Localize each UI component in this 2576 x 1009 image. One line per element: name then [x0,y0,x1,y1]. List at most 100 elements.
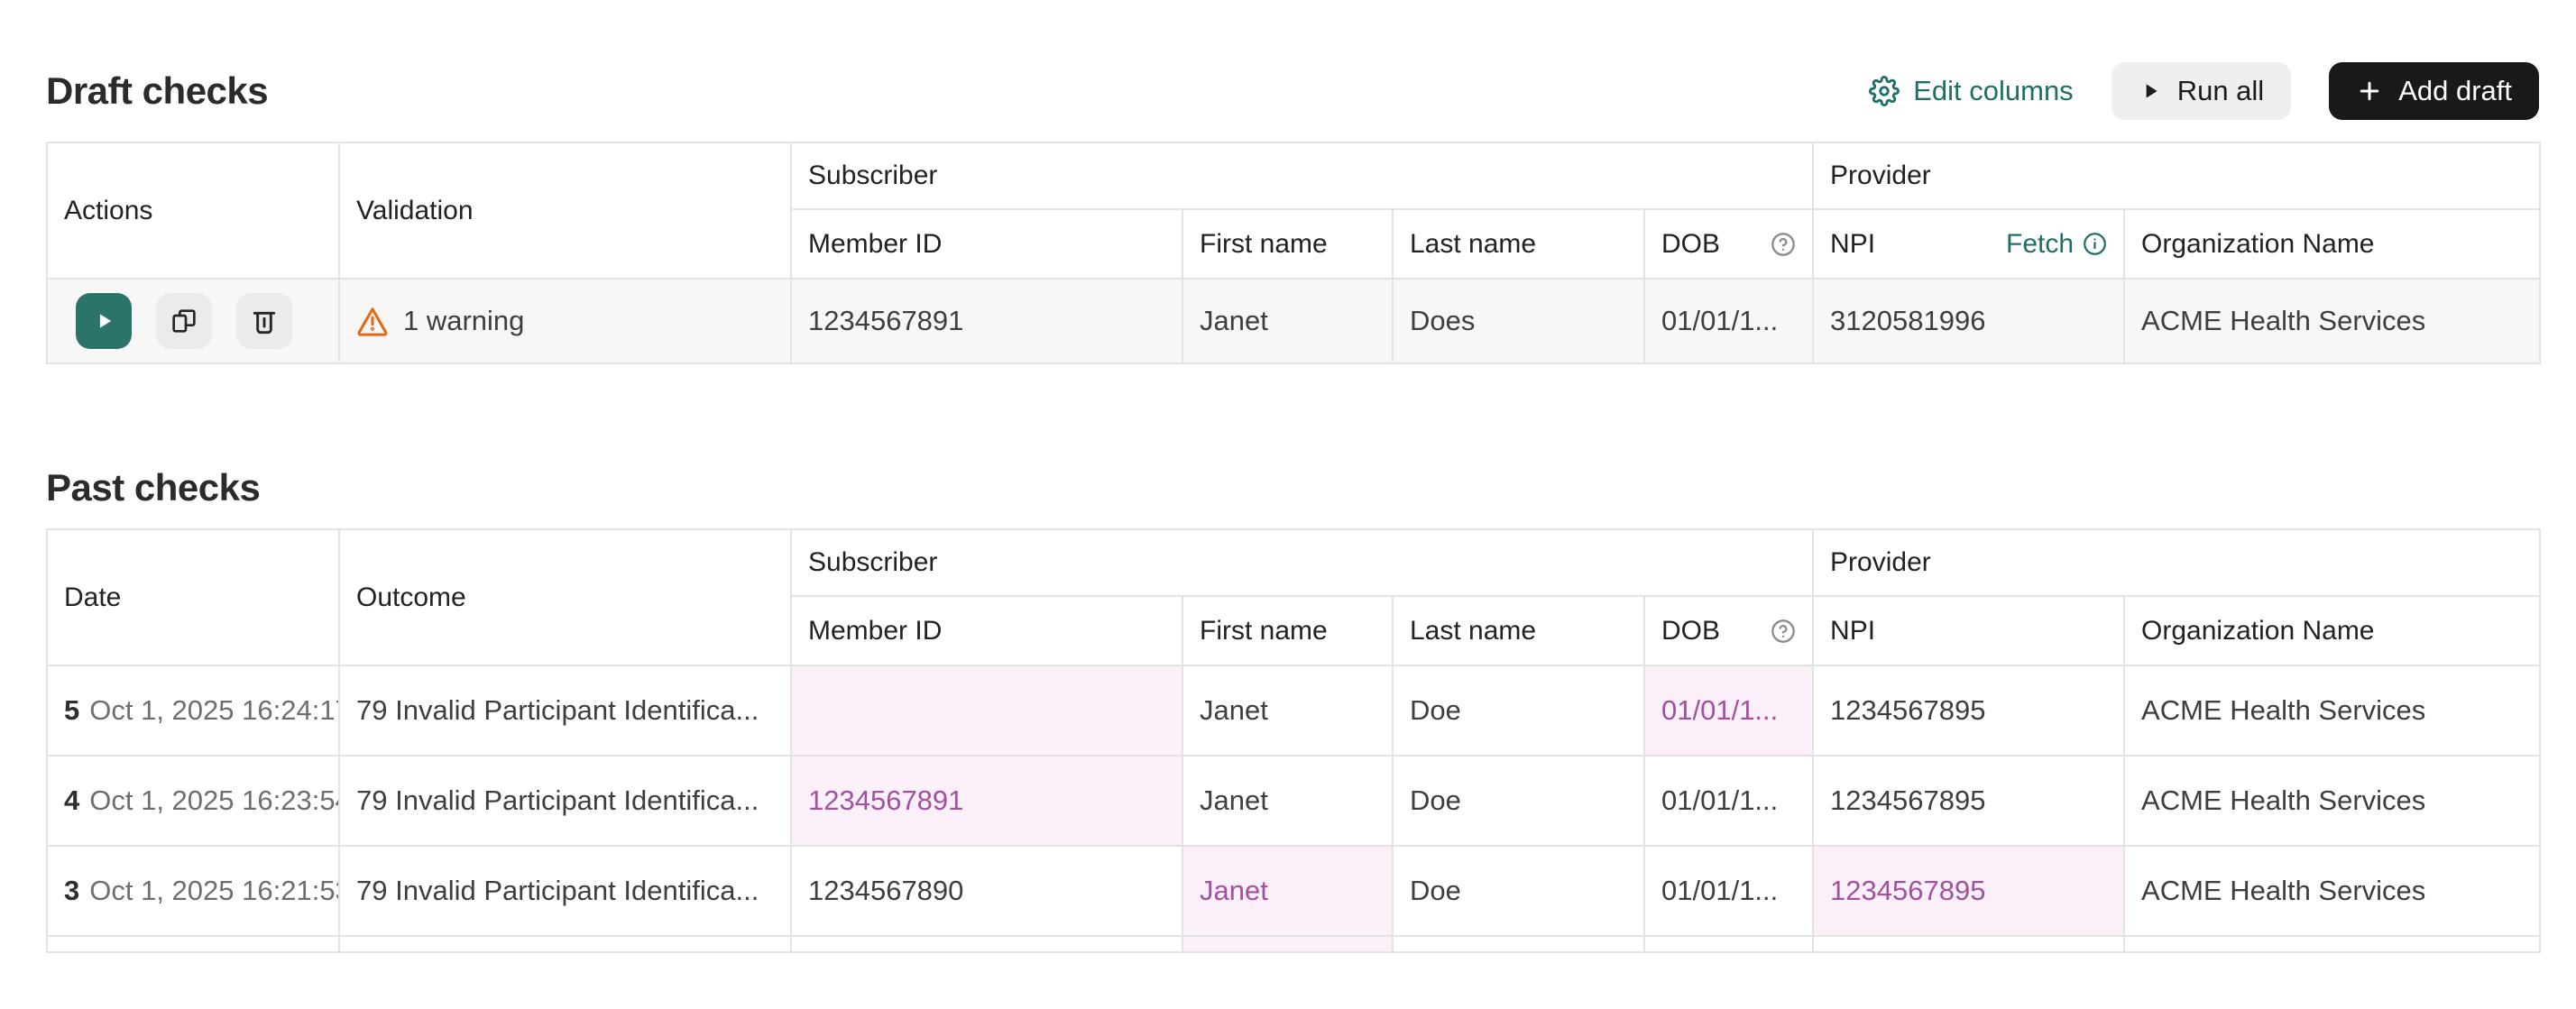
edit-columns-label: Edit columns [1913,75,2073,107]
group-header-subscriber: Subscriber [791,142,1813,209]
check-date: Oct 1, 2025 16:24:17 [89,694,339,726]
first-name-cell [1182,936,1393,952]
outcome-cell: 79 Invalid Participant Identifica... [339,756,791,846]
member-id-cell: 1234567891 [791,756,1182,846]
organization-name-cell: ACME Health Services [2124,665,2540,756]
validation-text: 1 warning [403,305,524,337]
col-header-npi: NPI Fetch [1813,209,2124,279]
member-id-cell [791,665,1182,756]
delete-button[interactable] [236,293,292,349]
draft-checks-table: Actions Validation Subscriber Provider M… [46,142,2541,364]
group-header-provider: Provider [1813,142,2540,209]
first-name-cell: Janet [1182,846,1393,936]
past-checks-table: Date Outcome Subscriber Provider Member … [46,528,2541,953]
col-header-validation: Validation [339,142,791,279]
member-id-cell [791,936,1182,952]
play-icon [91,308,116,334]
group-header-provider: Provider [1813,529,2540,596]
draft-check-row: 1 warning 1234567891 Janet Does 01/01/1.… [47,279,2540,363]
last-name-cell: Does [1393,279,1644,363]
check-date: Oct 1, 2025 16:23:54 [89,784,339,816]
plus-icon [2356,78,2383,105]
col-header-organization-name: Organization Name [2124,209,2540,279]
past-checks-title: Past checks [46,466,2539,509]
warning-icon [356,305,389,337]
col-header-first-name: First name [1182,596,1393,665]
col-header-date: Date [47,529,339,665]
npi-cell [1813,936,2124,952]
date-cell: 3 Oct 1, 2025 16:21:53 [47,846,339,936]
last-name-cell: Doe [1393,846,1644,936]
col-header-last-name: Last name [1393,209,1644,279]
duplicate-button[interactable] [156,293,212,349]
col-header-member-id: Member ID [791,596,1182,665]
dob-cell: 01/01/1... [1644,846,1813,936]
fetch-label: Fetch [2006,229,2074,260]
actions-cell [47,279,339,363]
copy-icon [170,307,198,335]
col-header-last-name: Last name [1393,596,1644,665]
add-draft-button[interactable]: Add draft [2329,62,2539,120]
date-cell [47,936,339,952]
topbar-actions: Edit columns Run all Add draft [1869,62,2539,120]
dob-label: DOB [1661,229,1720,260]
organization-name-cell: ACME Health Services [2124,756,2540,846]
last-name-cell: Doe [1393,756,1644,846]
col-header-npi: NPI [1813,596,2124,665]
run-all-label: Run all [2177,75,2265,107]
validation-cell: 1 warning [339,279,791,363]
col-header-outcome: Outcome [339,529,791,665]
add-draft-label: Add draft [2398,75,2512,107]
col-header-dob: DOB [1644,596,1813,665]
edit-columns-button[interactable]: Edit columns [1869,75,2073,107]
dob-cell: 01/01/1... [1644,279,1813,363]
member-id-cell: 1234567890 [791,846,1182,936]
col-header-member-id: Member ID [791,209,1182,279]
member-id-cell: 1234567891 [791,279,1182,363]
npi-cell: 1234567895 [1813,846,2124,936]
page: Draft checks Edit columns Run all Add dr… [0,62,2576,953]
help-icon[interactable] [1771,232,1796,257]
npi-cell: 1234567895 [1813,665,2124,756]
outcome-cell [339,936,791,952]
past-check-row[interactable]: 5 Oct 1, 2025 16:24:17 79 Invalid Partici… [47,665,2540,756]
group-header-subscriber: Subscriber [791,529,1813,596]
organization-name-cell [2124,936,2540,952]
check-date: Oct 1, 2025 16:21:53 [89,875,339,906]
col-header-dob: DOB [1644,209,1813,279]
npi-cell: 1234567895 [1813,756,2124,846]
trash-icon [250,307,279,335]
past-check-row[interactable]: 4 Oct 1, 2025 16:23:54 79 Invalid Partici… [47,756,2540,846]
fetch-link[interactable]: Fetch [2006,229,2107,260]
past-check-row[interactable]: 3 Oct 1, 2025 16:21:53 79 Invalid Partici… [47,846,2540,936]
last-name-cell: Doe [1393,665,1644,756]
col-header-organization-name: Organization Name [2124,596,2540,665]
run-all-button[interactable]: Run all [2111,62,2292,120]
dob-cell: 01/01/1... [1644,756,1813,846]
dob-label: DOB [1661,616,1720,647]
col-header-actions: Actions [47,142,339,279]
date-cell: 4 Oct 1, 2025 16:23:54 [47,756,339,846]
outcome-cell: 79 Invalid Participant Identifica... [339,846,791,936]
outcome-cell: 79 Invalid Participant Identifica... [339,665,791,756]
dob-cell: 01/01/1... [1644,665,1813,756]
first-name-cell: Janet [1182,756,1393,846]
npi-label: NPI [1830,229,1875,260]
run-check-button[interactable] [76,293,132,349]
check-number: 5 [64,694,79,726]
check-number: 3 [64,875,79,906]
play-icon [2139,79,2162,103]
first-name-cell: Janet [1182,279,1393,363]
last-name-cell [1393,936,1644,952]
gear-icon [1869,76,1900,106]
help-icon[interactable] [1771,619,1796,644]
organization-name-cell: ACME Health Services [2124,279,2540,363]
draft-checks-title: Draft checks [46,69,268,113]
date-cell: 5 Oct 1, 2025 16:24:17 [47,665,339,756]
past-check-row-partial[interactable] [47,936,2540,952]
organization-name-cell: ACME Health Services [2124,846,2540,936]
npi-cell: 3120581996 [1813,279,2124,363]
info-icon[interactable] [2083,232,2107,256]
col-header-first-name: First name [1182,209,1393,279]
check-number: 4 [64,784,79,816]
